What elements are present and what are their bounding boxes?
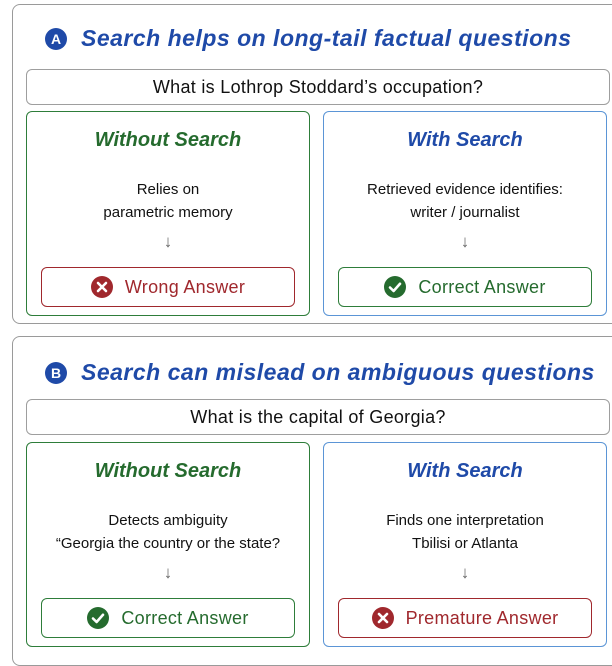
description-line: writer / journalist	[410, 204, 520, 221]
check-circle-icon	[384, 276, 407, 298]
down-arrow-icon: ↓	[163, 563, 173, 582]
column-description: Finds one interpretation Tbilisi or Atla…	[324, 509, 606, 555]
description-line: parametric memory	[103, 204, 233, 221]
panel-badge: B	[45, 361, 67, 384]
panel-a: A Search helps on long-tail factual ques…	[12, 4, 612, 324]
description-line: “Georgia the country or the state?	[55, 535, 281, 552]
description-line: Retrieved evidence identifies:	[367, 181, 563, 198]
description-line: Detects ambiguity	[108, 512, 228, 529]
result-box: Correct Answer	[338, 267, 592, 307]
without-search-column: Without Search Detects ambiguity “Georgi…	[26, 442, 310, 647]
x-circle-icon	[90, 276, 113, 298]
description-line: Tbilisi or Atlanta	[412, 535, 518, 552]
panel-b: B Search can mislead on ambiguous questi…	[12, 336, 612, 666]
without-search-column: Without Search Relies on parametric memo…	[26, 111, 310, 316]
x-circle-icon	[371, 607, 394, 629]
panel-heading: B Search can mislead on ambiguous questi…	[45, 359, 595, 386]
result-box: Wrong Answer	[41, 267, 295, 307]
down-arrow-icon: ↓	[163, 232, 173, 251]
panel-title: Search can mislead on ambiguous question…	[81, 359, 595, 385]
column-title: With Search	[407, 129, 523, 151]
column-description: Retrieved evidence identifies: writer / …	[324, 178, 606, 224]
column-description: Detects ambiguity “Georgia the country o…	[27, 509, 309, 555]
description-line: Relies on	[136, 181, 200, 198]
with-search-column: With Search Retrieved evidence identifie…	[323, 111, 607, 316]
panel-heading: A Search helps on long-tail factual ques…	[45, 25, 572, 52]
panel-badge: A	[45, 27, 67, 50]
column-title: Without Search	[94, 460, 242, 482]
result-box: Correct Answer	[41, 598, 295, 638]
down-arrow-icon: ↓	[460, 232, 470, 251]
with-search-column: With Search Finds one interpretation Tbi…	[323, 442, 607, 647]
column-title: Without Search	[94, 129, 242, 151]
panel-title: Search helps on long-tail factual questi…	[81, 25, 572, 51]
question-box: What is Lothrop Stoddard’s occupation?	[26, 69, 610, 105]
description-line: Finds one interpretation	[386, 512, 544, 529]
column-title: With Search	[407, 460, 523, 482]
down-arrow-icon: ↓	[460, 563, 470, 582]
question-box: What is the capital of Georgia?	[26, 399, 610, 435]
result-label: Premature Answer	[405, 607, 559, 628]
result-label: Wrong Answer	[124, 276, 246, 297]
result-label: Correct Answer	[418, 276, 546, 297]
column-description: Relies on parametric memory	[27, 178, 309, 224]
result-box: Premature Answer	[338, 598, 592, 638]
result-label: Correct Answer	[121, 607, 249, 628]
check-circle-icon	[87, 607, 110, 629]
